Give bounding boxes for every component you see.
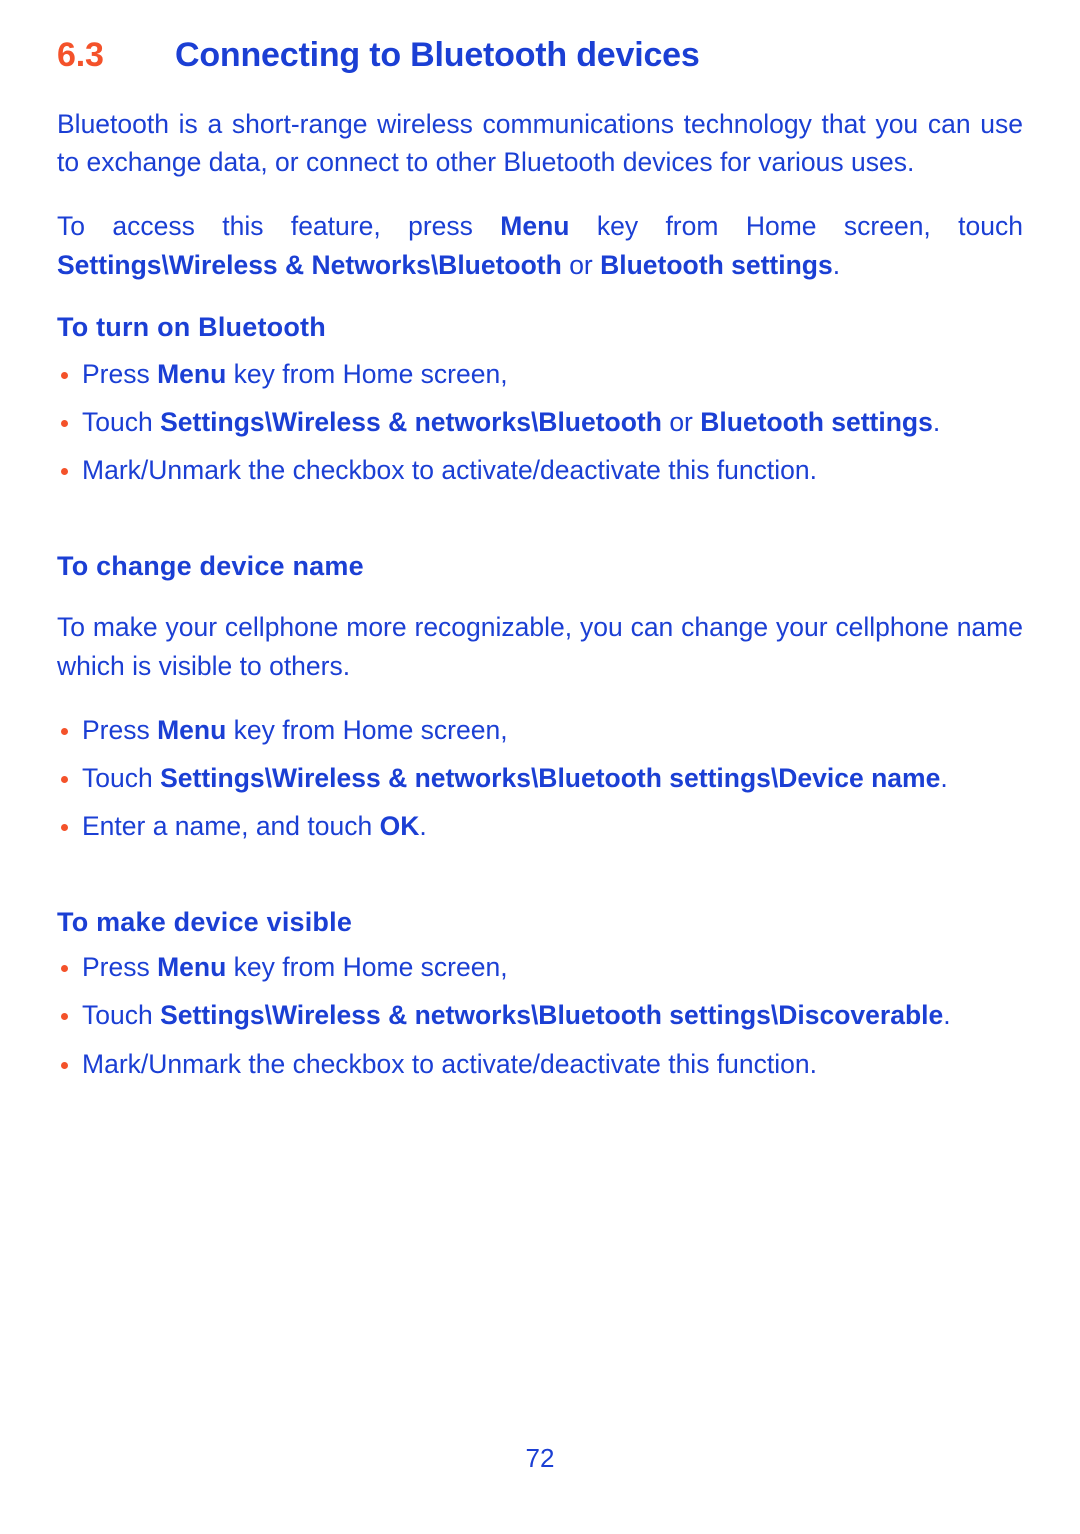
bullet-text-1: Mark/Unmark the checkbox to activate/dea… (82, 455, 817, 486)
list-item: Enter a name, and touch OK. (57, 807, 1023, 845)
bullet-text-2: or (661, 406, 701, 437)
bullet-list-turn-on-bluetooth: Press Menu key from Home screen, Touch S… (57, 355, 1023, 489)
list-item: Mark/Unmark the checkbox to activate/dea… (57, 451, 1023, 489)
intro-paragraph: Bluetooth is a short-range wireless comm… (57, 109, 1023, 178)
bullet-bold-menu: Menu (157, 714, 227, 745)
bullet-text-2: key from Home screen, (226, 358, 508, 389)
bullet-bold-menu: Menu (157, 952, 227, 983)
page-number: 72 (525, 1443, 555, 1473)
bullet-text-1: Touch (82, 1000, 161, 1031)
bullet-text-2: . (943, 1000, 951, 1031)
bullet-text-3: . (932, 406, 941, 437)
bullet-bold-settings-path: Settings\Wireless & networks\Bluetooth (160, 406, 662, 437)
bullet-text-1: Enter a name, and touch (82, 811, 380, 841)
bullet-text-2: . (940, 762, 948, 793)
bullet-bold-device-name-path: Settings\Wireless & networks\Bluetooth s… (160, 762, 941, 793)
bullet-list-change-device-name: Press Menu key from Home screen, Touch S… (57, 711, 1023, 845)
bullet-list-make-device-visible: Press Menu key from Home screen, Touch S… (57, 948, 1023, 1082)
bullet-text-1: Touch (82, 406, 161, 437)
list-item: Press Menu key from Home screen, (57, 711, 1023, 749)
access-text-1: To access this feature, press (57, 211, 501, 242)
subsection-heading-make-device-visible: To make device visible (57, 907, 353, 938)
bullet-text-2: . (419, 811, 427, 841)
page-title: 6.3 Connecting to Bluetooth devices (57, 36, 1023, 75)
bullet-text-1: Touch (82, 762, 161, 793)
subsection-heading-turn-on-bluetooth: To turn on Bluetooth (57, 311, 326, 342)
document-page: 6.3 Connecting to Bluetooth devices Blue… (0, 0, 1080, 1534)
list-item: Press Menu key from Home screen, (57, 355, 1023, 393)
bullet-text-2: key from Home screen, (226, 714, 508, 745)
bullet-bold-ok: OK (379, 811, 420, 841)
access-bold-bluetooth-settings: Bluetooth settings (600, 249, 833, 280)
bullet-text-1: Press (82, 714, 158, 745)
access-paragraph: To access this feature, press Menu key f… (57, 207, 1023, 283)
change-device-name-paragraph: To make your cellphone more recognizable… (57, 612, 1023, 681)
access-text-3: or (561, 249, 601, 280)
list-item: Mark/Unmark the checkbox to activate/dea… (57, 1045, 1023, 1083)
bullet-text-2: key from Home screen, (226, 952, 508, 983)
bullet-bold-menu: Menu (157, 358, 227, 389)
bullet-bold-discoverable-path: Settings\Wireless & networks\Bluetooth s… (160, 1000, 944, 1031)
bullet-text-1: Press (82, 358, 158, 389)
list-item: Touch Settings\Wireless & networks\Bluet… (57, 996, 1023, 1034)
access-bold-settings-path: Settings\Wireless & Networks\Bluetooth (57, 249, 562, 280)
list-item: Touch Settings\Wireless & networks\Bluet… (57, 759, 1023, 797)
subsection-heading-change-device-name: To change device name (57, 551, 364, 582)
bullet-text-1: Press (82, 952, 158, 983)
page-content: 6.3 Connecting to Bluetooth devices Blue… (57, 36, 1023, 1083)
section-title: Connecting to Bluetooth devices (175, 36, 700, 74)
list-item: Press Menu key from Home screen, (57, 948, 1023, 986)
list-item: Touch Settings\Wireless & networks\Bluet… (57, 403, 1023, 441)
section-number: 6.3 (57, 36, 104, 74)
access-bold-menu: Menu (500, 211, 570, 242)
bullet-text-1: Mark/Unmark the checkbox to activate/dea… (82, 1048, 817, 1079)
bullet-bold-bluetooth-settings: Bluetooth settings (700, 406, 933, 437)
access-text-4: . (832, 249, 841, 280)
access-text-2: key from Home screen, touch (569, 211, 1023, 242)
